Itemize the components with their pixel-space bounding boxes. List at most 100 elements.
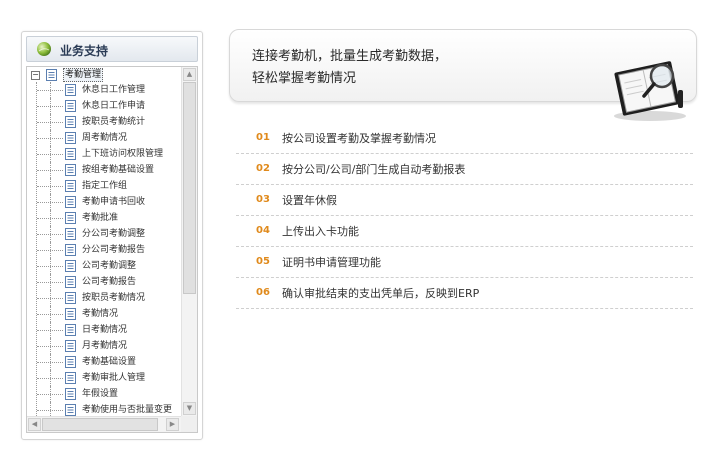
tree-node[interactable]: 按职员考勤情况 bbox=[27, 290, 181, 306]
tree-node-label: 指定工作组 bbox=[82, 181, 128, 191]
tree-connector bbox=[50, 338, 51, 354]
feature-number: 04 bbox=[256, 225, 270, 236]
tree-node[interactable]: 公司考勤报告 bbox=[27, 274, 181, 290]
tree-connector bbox=[50, 242, 51, 258]
document-icon bbox=[65, 116, 76, 131]
document-icon bbox=[65, 404, 76, 416]
tree-node-label: 分公司考勤报告 bbox=[82, 245, 146, 255]
document-icon bbox=[65, 324, 76, 339]
scroll-left-arrow-icon[interactable]: ◀ bbox=[28, 418, 41, 431]
tree-node[interactable]: 分公司考勤报告 bbox=[27, 242, 181, 258]
panel-header: 业务支持 bbox=[26, 36, 198, 62]
tree-connector bbox=[50, 274, 51, 290]
tree-connector bbox=[50, 354, 51, 370]
tree-node-label: 休息日工作申请 bbox=[82, 101, 146, 111]
feature-number: 05 bbox=[256, 256, 270, 267]
horizontal-scroll-thumb[interactable] bbox=[42, 418, 158, 431]
tree-node-label: 公司考勤调整 bbox=[82, 261, 137, 271]
feature-text: 证明书申请管理功能 bbox=[282, 256, 381, 269]
document-icon bbox=[65, 276, 76, 291]
feature-number: 01 bbox=[256, 132, 270, 143]
feature-number: 06 bbox=[256, 287, 270, 298]
feature-list: 01 按公司设置考勤及掌握考勤情况 02 按分公司/公司/部门生成自动考勤报表 03 设置… bbox=[236, 124, 693, 310]
document-icon bbox=[65, 84, 76, 99]
tree-connector bbox=[50, 210, 51, 226]
feature-text: 上传出入卡功能 bbox=[282, 225, 359, 238]
tree-root-label: 考勤管理 bbox=[63, 68, 104, 82]
tree-node-label: 公司考勤报告 bbox=[82, 277, 137, 287]
tree-connector bbox=[50, 130, 51, 146]
tree-node[interactable]: 指定工作组 bbox=[27, 178, 181, 194]
tree-node[interactable]: 考勤使用与否批量变更 bbox=[27, 402, 181, 416]
globe-icon bbox=[37, 42, 51, 56]
tree-node[interactable]: 考勤批准 bbox=[27, 210, 181, 226]
banner-line-1: 连接考勤机，批量生成考勤数据， bbox=[252, 49, 448, 64]
document-icon bbox=[65, 292, 76, 307]
document-icon bbox=[46, 69, 57, 81]
document-icon bbox=[65, 308, 76, 323]
tree-node[interactable]: 按职员考勤统计 bbox=[27, 114, 181, 130]
collapse-icon[interactable]: − bbox=[31, 71, 40, 80]
tree-node-label: 按职员考勤情况 bbox=[82, 293, 146, 303]
tree-node[interactable]: 考勤审批人管理 bbox=[27, 370, 181, 386]
tree-node-label: 年假设置 bbox=[82, 389, 119, 399]
tree-node-label: 分公司考勤调整 bbox=[82, 229, 146, 239]
business-support-panel: 业务支持 − 考勤管理 休息日工作管理休息日工作申请按职员考勤统计周考勤情况上下… bbox=[21, 31, 203, 440]
tree-node[interactable]: 考勤情况 bbox=[27, 306, 181, 322]
tree-node[interactable]: 日考勤情况 bbox=[27, 322, 181, 338]
document-icon bbox=[65, 180, 76, 195]
tree-node-label: 考勤申请书回收 bbox=[82, 197, 146, 207]
feature-text: 按分公司/公司/部门生成自动考勤报表 bbox=[282, 163, 466, 176]
document-icon bbox=[65, 356, 76, 371]
tree-connector bbox=[50, 290, 51, 306]
tree-node[interactable]: 考勤申请书回收 bbox=[27, 194, 181, 210]
document-icon bbox=[65, 148, 76, 163]
feature-text: 确认审批结束的支出凭单后，反映到ERP bbox=[282, 287, 480, 300]
tree-node[interactable]: 年假设置 bbox=[27, 386, 181, 402]
document-icon bbox=[65, 100, 76, 115]
tree-node[interactable]: 周考勤情况 bbox=[27, 130, 181, 146]
tree-connector bbox=[50, 194, 51, 210]
tree-connector bbox=[50, 82, 51, 98]
tree-connector bbox=[50, 370, 51, 386]
feature-text: 按公司设置考勤及掌握考勤情况 bbox=[282, 132, 436, 145]
vertical-scrollbar[interactable]: ▲ ▼ bbox=[181, 67, 197, 416]
tree-node-label: 按组考勤基础设置 bbox=[82, 165, 155, 175]
horizontal-scrollbar[interactable]: ◀ ▶ bbox=[27, 416, 181, 432]
tree-node[interactable]: 休息日工作申请 bbox=[27, 98, 181, 114]
feature-text: 设置年休假 bbox=[282, 194, 337, 207]
tree-node-label: 考勤审批人管理 bbox=[82, 373, 146, 383]
feature-item: 05 证明书申请管理功能 bbox=[236, 248, 693, 278]
feature-item: 04 上传出入卡功能 bbox=[236, 217, 693, 247]
tree-node[interactable]: 月考勤情况 bbox=[27, 338, 181, 354]
tree-node[interactable]: 公司考勤调整 bbox=[27, 258, 181, 274]
scroll-right-arrow-icon[interactable]: ▶ bbox=[166, 418, 179, 431]
banner-line-2: 轻松掌握考勤情况 bbox=[252, 71, 357, 86]
tree-node[interactable]: 按组考勤基础设置 bbox=[27, 162, 181, 178]
tree-node[interactable]: 分公司考勤调整 bbox=[27, 226, 181, 242]
notebook-magnifier-icon bbox=[614, 61, 686, 121]
tree-content: − 考勤管理 休息日工作管理休息日工作申请按职员考勤统计周考勤情况上下班访问权限… bbox=[27, 67, 181, 416]
tree-connector bbox=[50, 386, 51, 402]
tree-node[interactable]: 考勤基础设置 bbox=[27, 354, 181, 370]
tree-view[interactable]: − 考勤管理 休息日工作管理休息日工作申请按职员考勤统计周考勤情况上下班访问权限… bbox=[26, 66, 198, 433]
document-icon bbox=[65, 196, 76, 211]
tree-node-label: 考勤使用与否批量变更 bbox=[82, 405, 173, 415]
scrollbar-corner bbox=[181, 416, 197, 432]
tree-node[interactable]: 上下班访问权限管理 bbox=[27, 146, 181, 162]
scroll-up-arrow-icon[interactable]: ▲ bbox=[183, 68, 196, 81]
feature-item: 01 按公司设置考勤及掌握考勤情况 bbox=[236, 124, 693, 154]
vertical-scroll-thumb[interactable] bbox=[183, 82, 196, 294]
intro-banner: 连接考勤机，批量生成考勤数据， 轻松掌握考勤情况 bbox=[229, 29, 697, 121]
tree-connector bbox=[50, 258, 51, 274]
scroll-down-arrow-icon[interactable]: ▼ bbox=[183, 402, 196, 415]
document-icon bbox=[65, 132, 76, 147]
tree-node-label: 日考勤情况 bbox=[82, 325, 128, 335]
document-icon bbox=[65, 340, 76, 355]
tree-node[interactable]: 休息日工作管理 bbox=[27, 82, 181, 98]
feature-number: 02 bbox=[256, 163, 270, 174]
tree-node-label: 考勤批准 bbox=[82, 213, 119, 223]
tree-node-label: 周考勤情况 bbox=[82, 133, 128, 143]
tree-connector bbox=[50, 402, 51, 416]
document-icon bbox=[65, 228, 76, 243]
